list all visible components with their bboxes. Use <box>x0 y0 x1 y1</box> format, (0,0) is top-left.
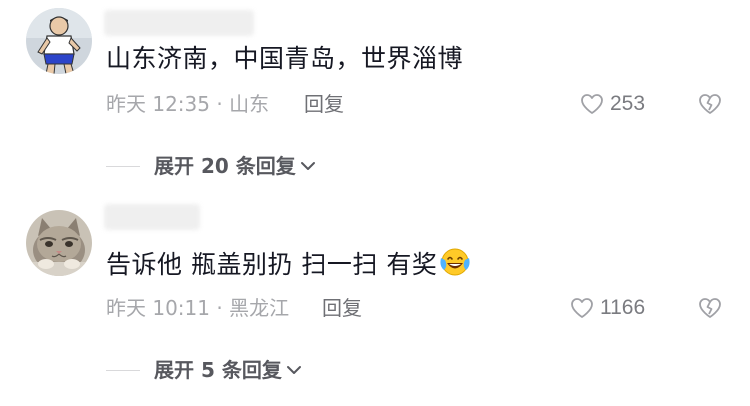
laughing-tears-emoji-icon <box>440 248 470 276</box>
divider-line <box>106 369 140 371</box>
comment-text: 山东济南，中国青岛，世界淄博 <box>106 44 464 73</box>
comment-meta: 昨天 10:11 · 黑龙江 <box>106 296 290 320</box>
comment-item: 山东济南，中国青岛，世界淄博 昨天 12:35 · 山东 回复 253 展开 2… <box>0 0 750 200</box>
heart-icon <box>581 94 603 114</box>
cat-avatar-icon <box>26 210 92 276</box>
comment-text: 告诉他 瓶盖别扔 扫一扫 有奖 <box>106 246 471 282</box>
like-button[interactable]: 1166 <box>570 295 645 321</box>
comment-item: 告诉他 瓶盖别扔 扫一扫 有奖 昨天 10:11 · 黑龙江 回复 1166 展… <box>0 200 750 406</box>
broken-heart-icon <box>699 298 721 318</box>
chevron-down-icon <box>300 162 315 170</box>
expand-replies-label: 展开 20 条回复 <box>154 154 296 178</box>
username-blurred[interactable] <box>104 204 200 230</box>
reply-button[interactable]: 回复 <box>322 295 362 321</box>
chevron-down-icon <box>286 366 301 374</box>
divider-line <box>106 165 140 167</box>
expand-replies-button[interactable]: 展开 5 条回复 <box>106 357 302 383</box>
soccer-player-avatar-icon <box>26 8 92 74</box>
dislike-button[interactable] <box>697 93 723 119</box>
comment-text-body: 告诉他 瓶盖别扔 扫一扫 有奖 <box>106 250 438 279</box>
like-count: 1166 <box>600 296 646 319</box>
avatar[interactable] <box>26 8 92 74</box>
expand-replies-button[interactable]: 展开 20 条回复 <box>106 153 316 179</box>
dislike-button[interactable] <box>697 297 723 323</box>
like-count: 253 <box>610 92 646 115</box>
heart-icon <box>571 298 593 318</box>
comment-meta: 昨天 12:35 · 山东 <box>106 92 270 116</box>
avatar[interactable] <box>26 210 92 276</box>
reply-button[interactable]: 回复 <box>304 91 344 117</box>
expand-replies-label: 展开 5 条回复 <box>154 358 282 382</box>
username-blurred[interactable] <box>104 10 254 36</box>
broken-heart-icon <box>699 94 721 114</box>
like-button[interactable]: 253 <box>580 91 645 117</box>
